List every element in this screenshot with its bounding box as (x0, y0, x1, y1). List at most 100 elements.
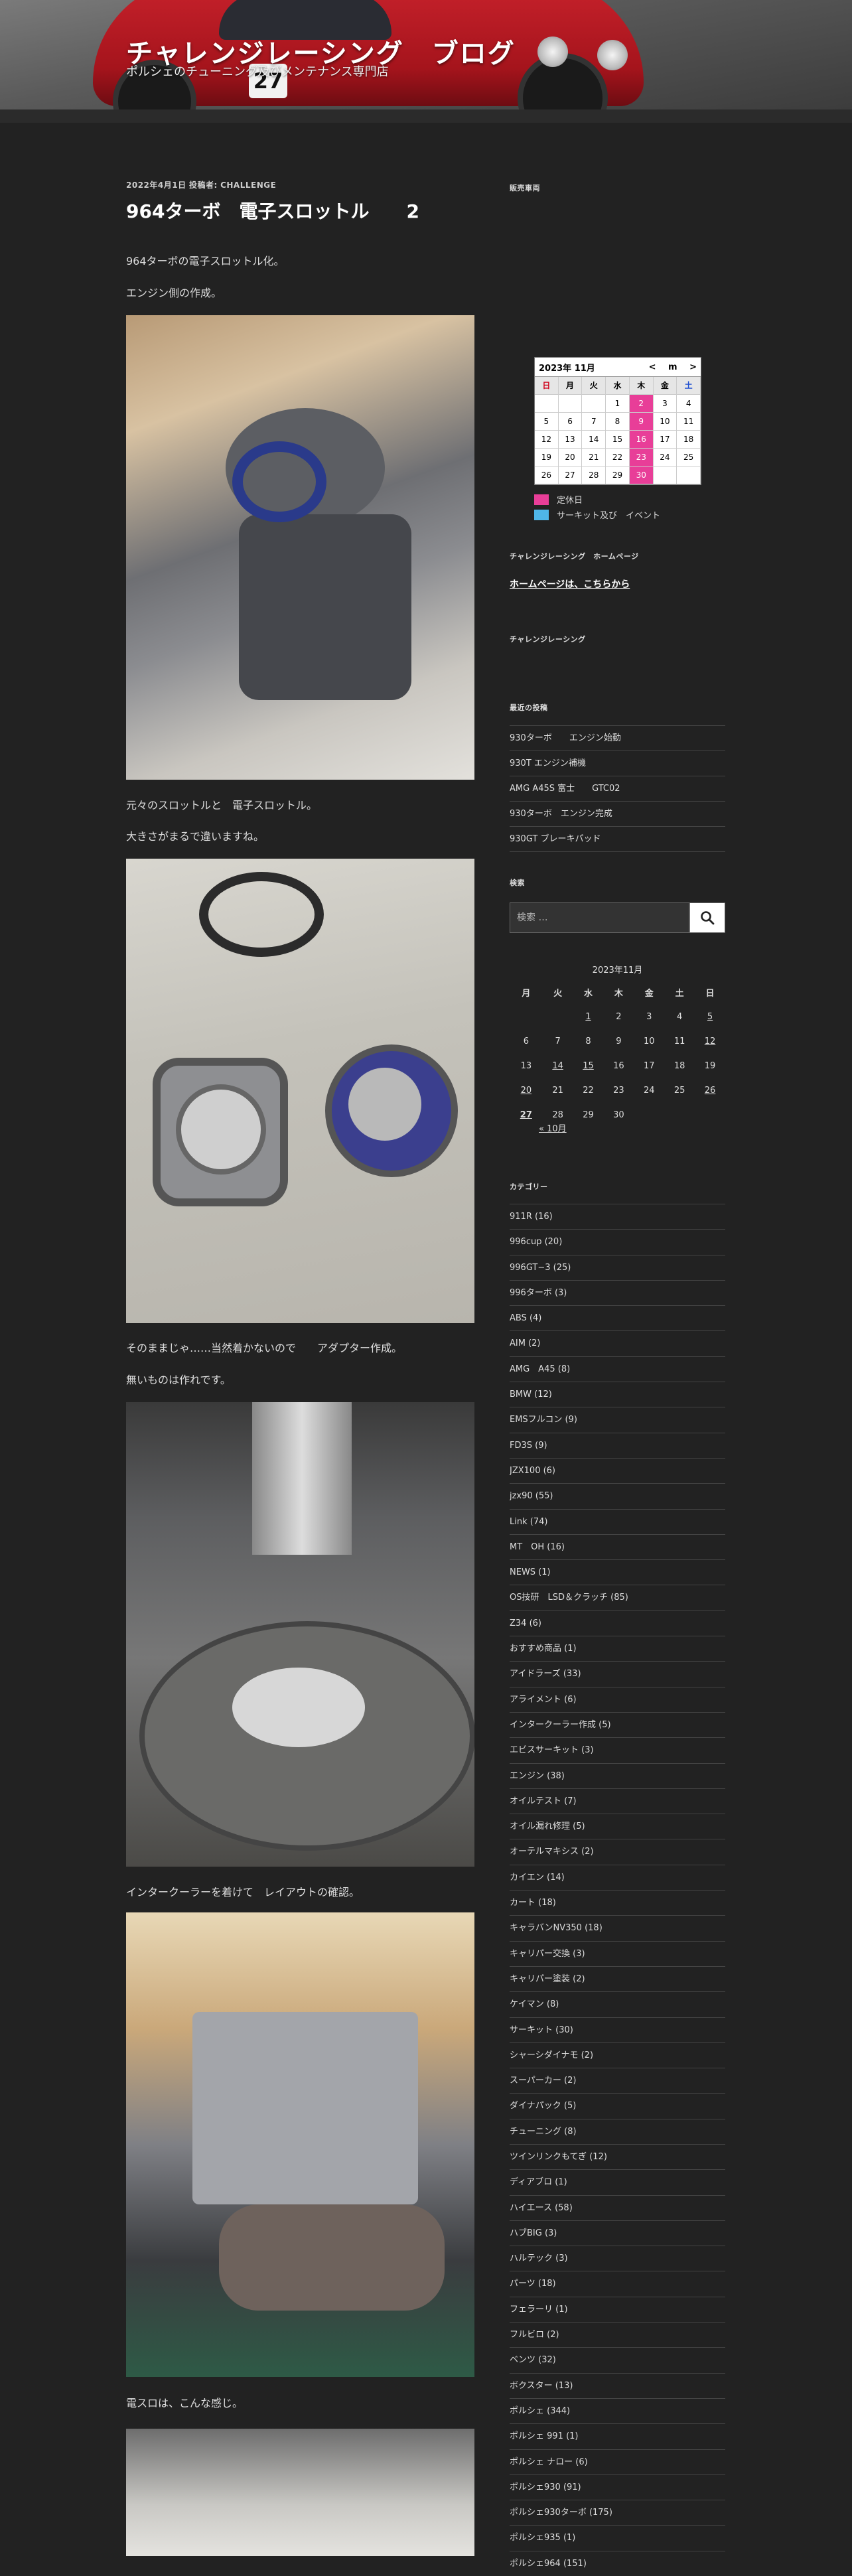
recent-post-link[interactable]: 930GT ブレーキパッド (510, 826, 725, 852)
archive-day: 13 (520, 1061, 532, 1071)
archive-day-link[interactable]: 20 (510, 1078, 543, 1103)
category-link[interactable]: OS技研 LSD＆クラッチ (85) (510, 1585, 725, 1610)
search-input[interactable]: 検索 … (510, 902, 689, 933)
post-image-engine[interactable] (126, 1912, 474, 2377)
calendar-day: 20 (558, 449, 583, 466)
category-link[interactable]: おすすめ商品 (1) (510, 1636, 725, 1661)
site-header: 27 チャレンジレーシング ブログ ポルシェのチューニング及びメンテナンス専門店 (0, 0, 852, 109)
category-link[interactable]: カート (18) (510, 1890, 725, 1915)
calendar-prev-button[interactable]: < (649, 362, 656, 372)
category-link[interactable]: キャリパー塗装 (2) (510, 1966, 725, 1991)
recent-post-link[interactable]: AMG A45S 富士 GTC02 (510, 776, 725, 801)
recent-post-link[interactable]: 930ターボ エンジン始動 (510, 725, 725, 751)
post-date[interactable]: 2022年4月1日 (126, 180, 186, 190)
calendar-prev-month-link[interactable]: « 10月 (539, 1121, 567, 1134)
post-paragraph: エンジン側の作成。 (126, 287, 222, 299)
category-link[interactable]: ケイマン (8) (510, 1991, 725, 2017)
recent-post-link[interactable]: 930ターボ エンジン完成 (510, 801, 725, 826)
category-link[interactable]: エビスサーキット (3) (510, 1737, 725, 1762)
category-link[interactable]: Link (74) (510, 1508, 725, 1534)
calendar-dow: 金 (653, 377, 677, 395)
category-link[interactable]: ポルシェ964 (151) (510, 2550, 725, 2576)
category-link[interactable]: カイエン (14) (510, 1864, 725, 1890)
category-link[interactable]: ポルシェ (344) (510, 2397, 725, 2423)
category-link[interactable]: AMG A45 (8) (510, 1356, 725, 1382)
category-link[interactable]: チューニング (8) (510, 2118, 725, 2144)
category-link[interactable]: ベンツ (32) (510, 2347, 725, 2372)
category-link[interactable]: オイル漏れ修理 (5) (510, 1814, 725, 1839)
category-link[interactable]: ポルシェ 991 (1) (510, 2423, 725, 2449)
calendar-month-button[interactable]: m (668, 362, 677, 372)
calendar-day: 1 (606, 395, 630, 413)
archive-day-link[interactable]: 1 (573, 1005, 604, 1029)
category-link[interactable]: パーツ (18) (510, 2271, 725, 2296)
category-link[interactable]: ツインリンクもてぎ (12) (510, 2143, 725, 2169)
archive-day (543, 1005, 573, 1029)
category-link[interactable]: アイドラーズ (33) (510, 1661, 725, 1686)
archive-day-link[interactable]: 27 (510, 1103, 543, 1127)
category-link[interactable]: ボクスター (13) (510, 2372, 725, 2398)
archive-day-link[interactable]: 14 (543, 1054, 573, 1078)
category-link[interactable]: AIM (2) (510, 1330, 725, 1356)
category-link[interactable]: ABS (4) (510, 1305, 725, 1330)
category-link[interactable]: ポルシェ930 (91) (510, 2474, 725, 2500)
post-image-throttle-installed[interactable] (126, 2429, 474, 2556)
archive-day-link[interactable]: 26 (695, 1078, 725, 1103)
category-link[interactable]: MT OH (16) (510, 1534, 725, 1559)
post-author[interactable]: CHALLENGE (220, 180, 276, 190)
archive-day: 7 (555, 1037, 561, 1046)
category-link[interactable]: キャリパー交換 (3) (510, 1940, 725, 1966)
category-link[interactable]: BMW (12) (510, 1382, 725, 1407)
category-link[interactable]: 911R (16) (510, 1204, 725, 1229)
category-link[interactable]: ハルテック (3) (510, 2246, 725, 2271)
category-link[interactable]: EMSフルコン (9) (510, 1407, 725, 1432)
search-form: 検索 … (510, 902, 725, 933)
calendar-day: 19 (535, 449, 559, 466)
post-image-throttles[interactable] (126, 859, 474, 1323)
archive-day-link[interactable]: 15 (573, 1054, 604, 1078)
category-link[interactable]: 996GT−3 (25) (510, 1254, 725, 1280)
category-link[interactable]: オーテルマキシス (2) (510, 1839, 725, 1864)
category-link[interactable]: 996cup (20) (510, 1229, 725, 1254)
category-link[interactable]: ハブBIG (3) (510, 2220, 725, 2246)
category-link[interactable]: ディアブロ (1) (510, 2169, 725, 2194)
legend-swatch-blue (534, 509, 549, 520)
recent-post-link[interactable]: 930T エンジン補機 (510, 751, 725, 776)
category-link[interactable]: フルビロ (2) (510, 2322, 725, 2347)
category-link[interactable]: ポルシェ ナロー (6) (510, 2449, 725, 2474)
category-link[interactable]: Z34 (6) (510, 1610, 725, 1636)
calendar-dow: 月 (558, 377, 583, 395)
category-link[interactable]: アライメント (6) (510, 1686, 725, 1712)
category-link[interactable]: 996ターボ (3) (510, 1279, 725, 1305)
category-link[interactable]: ポルシェ930ターボ (175) (510, 2500, 725, 2525)
category-link[interactable]: ハイエース (58) (510, 2194, 725, 2220)
category-link[interactable]: ポルシェ935 (1) (510, 2525, 725, 2550)
category-link[interactable]: NEWS (1) (510, 1559, 725, 1585)
category-link[interactable]: FD3S (9) (510, 1432, 725, 1458)
category-link[interactable]: JZX100 (6) (510, 1457, 725, 1483)
category-link[interactable]: スーパーカー (2) (510, 2068, 725, 2093)
post-author-label: 投稿者: (188, 180, 218, 190)
category-link[interactable]: キャラバンNV350 (18) (510, 1915, 725, 1940)
archive-day: 23 (613, 1086, 624, 1096)
category-link[interactable]: ダイナパック (5) (510, 2093, 725, 2118)
archive-day-link[interactable]: 12 (695, 1029, 725, 1054)
homepage-link[interactable]: ホームページは、こちらから (510, 577, 725, 591)
category-link[interactable]: エンジン (38) (510, 1762, 725, 1788)
post-image-manifold[interactable] (126, 315, 474, 780)
category-link[interactable]: オイルテスト (7) (510, 1788, 725, 1814)
post-image-lathe[interactable] (126, 1402, 474, 1867)
search-button[interactable] (689, 902, 725, 933)
calendar-day (653, 466, 677, 484)
post-paragraph: インタークーラーを着けて レイアウトの確認。 (126, 1886, 360, 1898)
calendar-next-button[interactable]: > (689, 362, 697, 372)
category-link[interactable]: シャーシダイナモ (2) (510, 2042, 725, 2068)
archive-day (634, 1103, 664, 1127)
category-link[interactable]: jzx90 (55) (510, 1483, 725, 1508)
sidebar-title-search: 検索 (510, 879, 525, 887)
archive-day-link[interactable]: 5 (695, 1005, 725, 1029)
category-link[interactable]: サーキット (30) (510, 2017, 725, 2042)
archive-day: 19 (704, 1061, 716, 1071)
category-link[interactable]: インタークーラー作成 (5) (510, 1711, 725, 1737)
category-link[interactable]: フェラーリ (1) (510, 2296, 725, 2322)
